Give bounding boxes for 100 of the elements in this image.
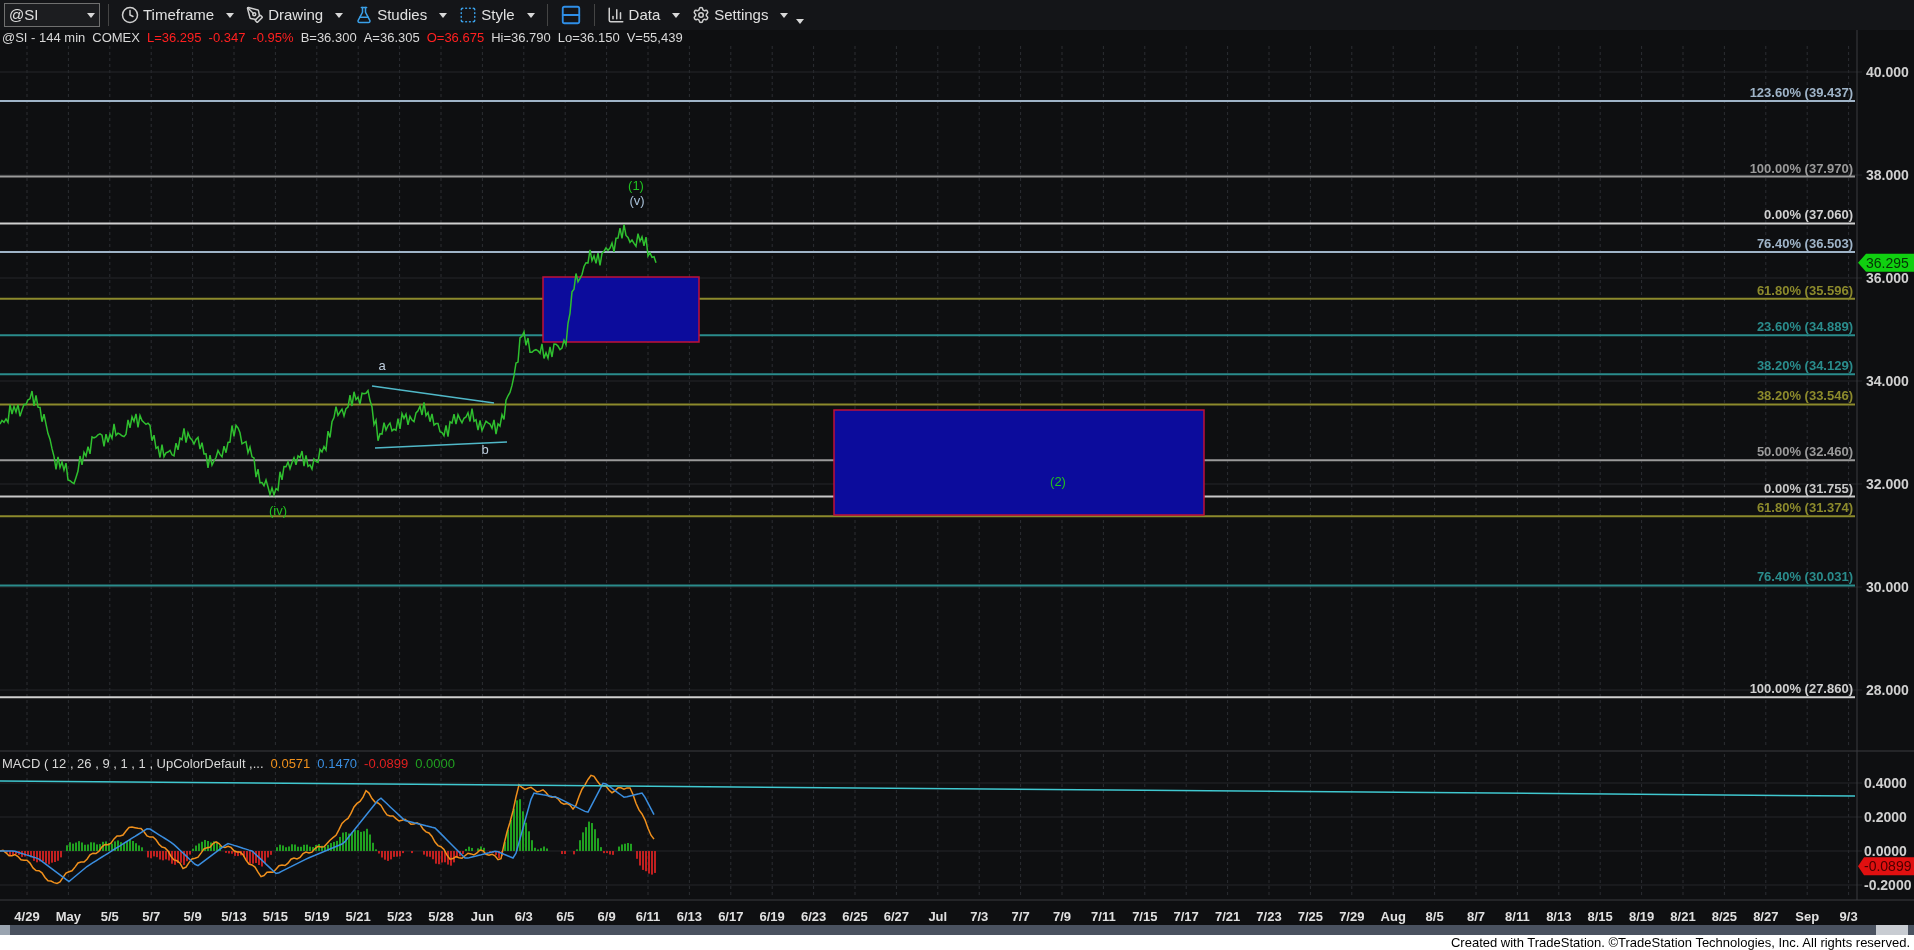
date-axis-label: 8/21 (1670, 909, 1696, 924)
date-axis-label: 7/29 (1339, 909, 1365, 924)
date-axis-label: 8/5 (1425, 909, 1444, 924)
fib-level-label: 100.00% (37.970) (1749, 160, 1853, 176)
date-axis-label: Sep (1795, 909, 1820, 924)
date-axis-label: 5/28 (428, 909, 454, 924)
date-axis-label: Jun (470, 909, 494, 924)
date-axis-label: 7/23 (1256, 909, 1282, 924)
date-axis-label: 8/25 (1711, 909, 1738, 924)
macd-value: 0.1470 (317, 755, 358, 773)
macd-value: -0.0899 (364, 755, 409, 773)
date-axis-label: 7/21 (1214, 909, 1241, 924)
date-axis-label: 5/21 (345, 909, 371, 924)
symbol-field[interactable]: @SI (4, 3, 100, 27)
price-axis-label: 30.000 (1866, 579, 1909, 595)
quote-value: @SI - 144 min (2, 29, 86, 48)
date-axis-label: 7/11 (1091, 909, 1116, 924)
toolbar-button[interactable]: Settings (688, 2, 793, 28)
macd-axis-label: -0.2000 (1864, 877, 1912, 893)
footer-credit: Created with TradeStation. ©TradeStation Technologies, Inc. All rights reserved. (1450, 935, 1910, 950)
date-axis-label: 6/25 (842, 909, 868, 924)
date-axis-label: 6/17 (718, 909, 744, 924)
price-axis-label: 36.000 (1866, 270, 1909, 286)
date-axis-label: 7/9 (1052, 909, 1072, 924)
date-axis-label: 5/9 (183, 909, 202, 924)
toolbar-button[interactable]: Data (602, 2, 685, 28)
date-axis-label: 6/27 (883, 909, 910, 924)
date-axis-label: 6/11 (635, 909, 661, 924)
toolbar-button[interactable]: Style (455, 2, 539, 28)
fib-level-label: 23.60% (34.889) (1756, 319, 1853, 335)
toolbar-button[interactable]: Drawing (242, 2, 348, 28)
fib-level-label: 76.40% (36.503) (1756, 236, 1853, 252)
date-axis-label: 8/27 (1753, 909, 1779, 924)
wave-label: b (481, 442, 489, 457)
fib-level-label: 100.00% (27.860) (1749, 681, 1853, 697)
price-axis-label: 40.000 (1866, 64, 1909, 80)
quote-value: Lo=36.150 (557, 29, 620, 48)
date-axis-label: 6/19 (759, 909, 785, 924)
date-axis-label: 5/23 (386, 909, 413, 924)
symbol-value: @SI (9, 4, 39, 25)
date-axis-label: 4/29 (14, 909, 40, 924)
price-axis-label: 32.000 (1866, 476, 1909, 492)
wave-label: (2) (1050, 474, 1066, 489)
fib-level-label: 38.20% (33.546) (1756, 388, 1853, 404)
quote-value: -0.95% (252, 29, 294, 48)
fib-level-label: 0.00% (37.060) (1764, 207, 1853, 223)
price-axis-label: 28.000 (1866, 682, 1909, 698)
date-axis-label: 8/7 (1466, 909, 1486, 924)
fib-level-label: 123.60% (39.437) (1749, 85, 1853, 100)
date-axis-label: 5/15 (262, 909, 289, 924)
date-axis-label: 7/17 (1173, 909, 1199, 924)
toolbar-button[interactable]: Timeframe (117, 2, 239, 28)
fib-level-label: 0.00% (31.755) (1764, 480, 1853, 496)
date-axis-label: 6/3 (514, 909, 533, 924)
date-axis-label: 5/19 (304, 909, 330, 924)
fib-level-label: 76.40% (30.031) (1756, 569, 1853, 585)
date-axis-label: 8/15 (1587, 909, 1613, 924)
toolbar-button[interactable]: Studies (351, 2, 452, 28)
date-axis-label: 9/3 (1839, 909, 1858, 924)
date-axis-label: May (55, 909, 82, 924)
macd-value: 0.0571 (270, 755, 311, 773)
date-axis-label: 6/13 (676, 909, 703, 924)
date-axis-label: 6/5 (556, 909, 575, 924)
price-axis-label: 38.000 (1866, 167, 1909, 183)
date-axis-label: 6/9 (597, 909, 616, 924)
macd-title: MACD ( 12 , 26 , 9 , 1 , 1 , UpColorDefault ,... (2, 755, 264, 773)
date-axis-label: 5/13 (221, 909, 247, 924)
fib-level-label: 61.80% (31.374) (1756, 500, 1853, 516)
date-axis-label: 8/13 (1546, 909, 1572, 924)
quote-value: -0.347 (208, 29, 246, 48)
date-axis-label: 7/7 (1011, 909, 1030, 924)
date-axis-label: 8/11 (1505, 909, 1530, 924)
date-axis-label: Aug (1380, 909, 1406, 924)
quote-value: A=36.305 (363, 29, 420, 48)
wave-label: a (378, 358, 386, 373)
fib-level-label: 50.00% (32.460) (1756, 444, 1853, 460)
price-axis-label: 34.000 (1866, 373, 1909, 389)
date-axis-label: 5/7 (142, 909, 161, 924)
date-axis-label: 7/15 (1132, 909, 1158, 924)
quote-value: O=36.675 (426, 29, 485, 48)
date-axis-label: 8/19 (1628, 909, 1655, 924)
macd-axis-label: 0.0000 (1864, 843, 1907, 859)
quote-value: B=36.300 (300, 29, 357, 48)
date-axis-label: 6/23 (800, 909, 827, 924)
wave-label: (1) (628, 178, 644, 193)
quote-value: Hi=36.790 (491, 29, 551, 48)
date-axis-label: 7/25 (1297, 909, 1324, 924)
wave-label: (iv) (269, 503, 287, 518)
date-axis-label: 5/5 (100, 909, 119, 924)
quote-value: COMEX (92, 29, 140, 48)
fib-level-label: 38.20% (34.129) (1756, 358, 1853, 374)
fib-level-label: 61.80% (35.596) (1756, 282, 1853, 298)
macd-value: 0.0000 (415, 755, 455, 773)
macd-axis-label: 0.2000 (1864, 809, 1907, 825)
quote-value: V=55,439 (626, 29, 683, 48)
macd-axis-label: 0.4000 (1864, 775, 1907, 791)
wave-label: (v) (629, 193, 645, 208)
quote-value: L=36.295 (146, 29, 202, 48)
last-macd-tag: -0.0899 (1858, 857, 1914, 876)
date-axis-label: 7/3 (970, 909, 989, 924)
